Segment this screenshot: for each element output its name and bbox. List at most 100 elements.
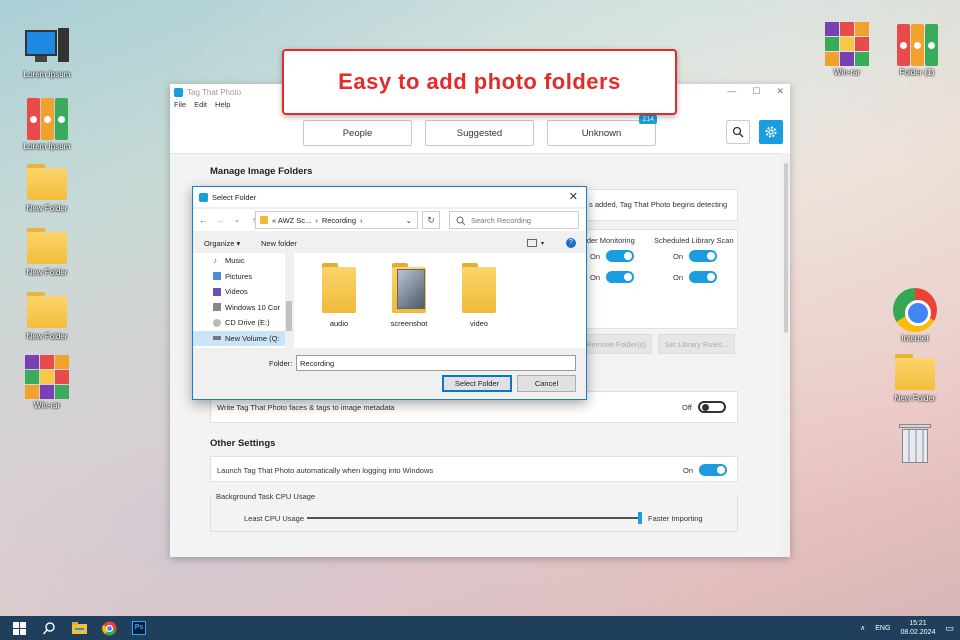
desktop-icon-label: Win-rar <box>833 68 861 77</box>
sidebar-item-windows-drive[interactable]: Windows 10 Cor <box>193 300 292 316</box>
desktop-icon-internet[interactable]: Internet <box>880 288 950 343</box>
start-button[interactable] <box>4 616 34 640</box>
set-library-rules-button[interactable]: Set Library Rules... <box>658 334 735 354</box>
folder-name-input[interactable]: Recording <box>296 355 576 371</box>
desktop-icon-recycle-bin[interactable] <box>880 420 950 464</box>
sidebar-item-label: Music <box>225 256 245 266</box>
cpu-slider[interactable] <box>307 512 642 524</box>
sidebar-scrollbar[interactable] <box>285 253 293 348</box>
path-segment[interactable]: « AWZ Sc... <box>272 216 311 225</box>
clock-time: 15:21 <box>909 620 927 627</box>
dialog-titlebar: Select Folder <box>193 187 586 207</box>
folder-icon <box>462 263 496 313</box>
chevron-down-icon[interactable]: ▾ <box>541 240 544 247</box>
sidebar-item-new-volume[interactable]: New Volume (Q: <box>193 330 292 346</box>
metadata-toggle[interactable] <box>698 401 726 413</box>
maximize-icon[interactable]: ☐ <box>752 86 760 97</box>
sidebar-item-pictures[interactable]: Pictures <box>193 269 292 285</box>
folder-icon <box>260 216 268 224</box>
desktop-icon-binders[interactable]: Folder (1) <box>882 22 952 77</box>
photoshop-icon: Ps <box>132 621 146 635</box>
back-arrow-icon[interactable]: ← <box>196 215 210 225</box>
view-icon[interactable] <box>527 239 537 247</box>
desktop-icon-label: New Folder <box>26 268 68 277</box>
faster-importing-label: Faster Importing <box>648 514 703 523</box>
chevron-up-icon[interactable]: ∧ <box>860 624 865 632</box>
menu-file[interactable]: File <box>174 100 186 112</box>
desktop-icon-folder[interactable]: New Folder <box>880 352 950 403</box>
tab-suggested[interactable]: Suggested <box>425 120 534 146</box>
scheduled-scan-toggle[interactable] <box>689 271 717 283</box>
launch-toggle[interactable] <box>699 464 727 476</box>
desktop-icon-folder[interactable]: New Folder <box>12 162 82 213</box>
taskbar-chrome[interactable] <box>94 616 124 640</box>
system-tray: ∧ ENG 15:21 08.02.2024 ▭ <box>860 616 954 640</box>
sidebar-item-videos[interactable]: Videos <box>193 284 292 300</box>
toggle-state: On <box>590 252 601 261</box>
desktop-icon-folder[interactable]: New Folder <box>12 226 82 277</box>
binders-icon <box>25 96 69 140</box>
settings-button[interactable] <box>759 120 783 144</box>
app-scrollbar[interactable] <box>782 153 790 557</box>
language-indicator[interactable]: ENG <box>875 625 890 632</box>
desktop-icon-folder[interactable]: New Folder <box>12 290 82 341</box>
folder-item-label: audio <box>329 319 349 328</box>
folder-icon <box>392 263 426 313</box>
minimize-icon[interactable]: — <box>727 86 736 97</box>
sidebar-item-label: Windows 10 Cor <box>225 302 281 312</box>
menu-help[interactable]: Help <box>215 100 230 112</box>
cpu-slider-handle[interactable] <box>638 512 642 524</box>
taskbar-file-explorer[interactable] <box>64 616 94 640</box>
dialog-title: Select Folder <box>212 192 257 202</box>
taskbar: Ps ∧ ENG 15:21 08.02.2024 ▭ <box>0 616 960 640</box>
desktop-icon-computer[interactable]: Lorem Ipsum <box>12 28 82 79</box>
folder-icon <box>25 226 69 266</box>
taskbar-search-button[interactable] <box>34 616 64 640</box>
folder-monitoring-toggle[interactable] <box>606 250 634 262</box>
search-button[interactable] <box>726 120 750 144</box>
desktop-icon-label: Win-rar <box>33 401 61 410</box>
notification-icon[interactable]: ▭ <box>945 623 954 634</box>
remove-folders-button[interactable]: Remove Folder(s) <box>580 334 652 354</box>
path-segment[interactable]: Recording <box>322 216 356 225</box>
folder-icon <box>25 290 69 330</box>
tab-unknown[interactable]: Unknown 214 <box>547 115 657 146</box>
address-bar[interactable]: « AWZ Sc... › Recording › ⌄ <box>255 211 418 229</box>
cancel-button[interactable]: Cancel <box>517 375 576 392</box>
folder-field-label: Folder: <box>269 359 293 368</box>
dropdown-arrow-icon[interactable]: ⌄ <box>230 216 244 224</box>
folder-monitoring-toggle[interactable] <box>606 271 634 283</box>
desktop-icon-winrar[interactable]: Win-rar <box>12 355 82 410</box>
chevron-down-icon[interactable]: ⌄ <box>406 216 412 225</box>
sidebar-item-cd-drive[interactable]: CD Drive (E:) <box>193 315 292 331</box>
help-icon[interactable]: ? <box>566 238 576 248</box>
forward-arrow-icon[interactable]: → <box>213 215 227 225</box>
menu-edit[interactable]: Edit <box>194 100 207 112</box>
taskbar-photoshop[interactable]: Ps <box>124 616 154 640</box>
scheduled-scan-toggle[interactable] <box>689 250 717 262</box>
dialog-search-input[interactable]: Search Recording <box>449 211 579 229</box>
cd-icon <box>213 318 221 327</box>
desktop-icon-label: Lorem Ipsum <box>23 142 71 151</box>
new-folder-button[interactable]: New folder <box>261 239 297 248</box>
tab-label: People <box>342 127 373 139</box>
folder-item-video[interactable]: video <box>454 263 504 328</box>
tab-label: Unknown <box>581 127 622 139</box>
close-icon[interactable]: ✕ <box>776 86 784 97</box>
tab-people[interactable]: People <box>303 120 412 146</box>
folder-item-screenshot[interactable]: screenshot <box>384 263 434 328</box>
desktop-icon-winrar[interactable]: Win-rar <box>812 22 882 77</box>
organize-button[interactable]: Organize ▾ <box>204 239 240 248</box>
sidebar-item-music[interactable]: ♪ Music <box>193 253 292 269</box>
desktop-icon-binders[interactable]: Lorem Ipsum <box>12 96 82 151</box>
pictures-icon <box>213 272 221 281</box>
select-folder-button[interactable]: Select Folder <box>442 375 512 392</box>
clock[interactable]: 15:21 08.02.2024 <box>900 619 935 637</box>
toggle-state: On <box>590 273 601 282</box>
dialog-close-icon[interactable]: ✕ <box>569 190 578 203</box>
clock-date: 08.02.2024 <box>900 629 936 636</box>
folder-item-audio[interactable]: audio <box>314 263 364 328</box>
refresh-button[interactable]: ↻ <box>422 211 440 229</box>
dialog-sidebar: ♪ Music Pictures Videos Windows 10 Cor CD… <box>193 253 293 348</box>
folder-item-label: video <box>470 319 488 328</box>
